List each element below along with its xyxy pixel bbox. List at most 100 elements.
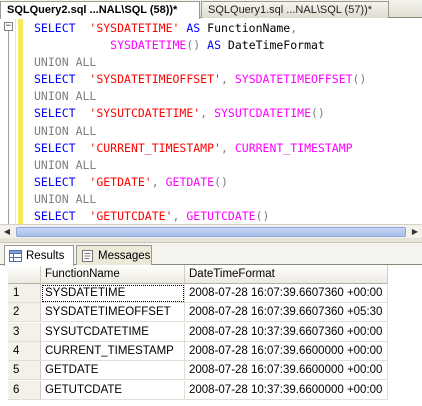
row-number[interactable]: 3 [8,322,41,342]
code-line: SYSDATETIME() AS DateTimeFormat [34,37,366,54]
results-tab-strip: Results Messages [0,243,422,266]
code-token: UNION [34,191,69,206]
tab-messages[interactable]: Messages [76,245,152,265]
outline-line [8,31,9,224]
code-token: ALL [75,123,97,138]
results-grid[interactable]: FunctionName DateTimeFormat 1 SYSDATETIME… [8,265,422,406]
code-token: () [186,38,201,53]
code-line: SELECT 'GETUTCDATE', GETUTCDATE() [34,208,366,224]
editor-horizontal-scrollbar[interactable]: ◀ ▶ [0,224,422,238]
table-cell[interactable]: GETDATE [41,361,185,381]
code-token: , [220,140,228,155]
code-token: 'GETUTCDATE' [89,209,173,224]
code-token: SELECT [34,209,76,224]
document-tab-strip: SQLQuery2.sql ...NAL\SQL (58))* SQLQuery… [0,0,422,19]
table-row[interactable]: 4 CURRENT_TIMESTAMP 2008-07-28 16:07:39.66… [8,341,388,361]
table-cell[interactable]: 2008-07-28 10:37:39.6600000 +00:00 [185,380,388,400]
tab-sqlquery1[interactable]: SQLQuery1.sql ...NAL\SQL (57))* [201,1,389,18]
code-token: UNION [34,89,69,104]
row-number[interactable]: 4 [8,341,41,361]
row-number[interactable]: 2 [8,303,41,323]
row-number[interactable]: 1 [8,284,41,303]
code-token: () [255,209,270,224]
code-line: UNION ALL [34,88,366,105]
grid-header: FunctionName DateTimeFormat [8,265,388,284]
table-row[interactable]: 1 SYSDATETIME 2008-07-28 16:07:39.6607360 … [8,284,388,303]
code-token: 'CURRENT_TIMESTAMP' [89,140,221,155]
code-token: 'SYSDATETIMEOFFSET' [89,72,221,87]
code-token: FunctionName [200,21,291,35]
code-token: DateTimeFormat [221,38,325,53]
collapse-toggle-icon[interactable]: − [4,22,13,31]
tab-sqlquery2[interactable]: SQLQuery2.sql ...NAL\SQL (58))* [0,1,200,19]
table-cell[interactable]: SYSDATETIMEOFFSET [41,303,185,323]
code-line: UNION ALL [34,123,366,140]
table-cell[interactable]: CURRENT_TIMESTAMP [41,341,185,361]
code-token: SYSUTCDATETIME [214,106,311,121]
code-token: 'SYSDATETIME' [89,21,180,35]
tab-label: SQLQuery1.sql ...NAL\SQL (57))* [208,4,373,16]
code-token: AS [207,38,221,53]
column-header-datetimeformat[interactable]: DateTimeFormat [185,265,388,284]
grid-corner[interactable] [8,265,41,284]
table-cell[interactable]: SYSUTCDATETIME [41,322,185,342]
tab-results-label: Results [26,250,65,262]
code-token: , [220,72,228,87]
grid-icon [9,250,22,262]
code-token: ALL [75,89,97,104]
column-header-functionname[interactable]: FunctionName [41,265,185,284]
code-token: ALL [75,55,97,70]
code-token: UNION [34,55,69,70]
table-row[interactable]: 5 GETDATE 2008-07-28 16:07:39.6600000 +00:… [8,361,388,381]
row-number[interactable]: 6 [8,380,41,400]
code-line: UNION ALL [34,54,366,71]
tab-messages-label: Messages [98,249,151,262]
scrollbar-thumb[interactable] [16,227,406,237]
code-token: CURRENT_TIMESTAMP [234,140,353,155]
query-editor[interactable]: − SELECT 'SYSDATETIME' AS FunctionName, … [0,18,422,224]
code-token: , [290,21,298,35]
table-row[interactable]: 2 SYSDATETIMEOFFSET 2008-07-28 16:07:39.66… [8,303,388,323]
code-token: SELECT [34,174,76,189]
table-cell[interactable]: 2008-07-28 16:07:39.6607360 +05:30 [185,303,388,323]
code-token: 'SYSUTCDATETIME' [89,106,201,121]
tab-results[interactable]: Results [4,245,74,266]
scroll-left-icon[interactable]: ◀ [0,226,14,238]
code-line: SELECT 'GETDATE', GETDATE() [34,174,366,191]
table-cell[interactable]: GETUTCDATE [41,380,185,400]
code-token: UNION [34,123,69,138]
code-token: AS [186,21,201,35]
table-cell[interactable]: 2008-07-28 10:37:39.6607360 +00:00 [185,322,388,342]
table-cell[interactable]: SYSDATETIME [41,284,185,303]
change-tracking-bar [18,18,23,224]
table-row[interactable]: 6 GETUTCDATE 2008-07-28 10:37:39.6600000 +… [8,380,388,400]
code-token: ALL [75,191,97,206]
tab-label: SQLQuery2.sql ...NAL\SQL (58))* [7,4,178,16]
code-token: SYSDATETIMEOFFSET [234,72,353,87]
table-cell[interactable]: 2008-07-28 16:07:39.6600000 +00:00 [185,341,388,361]
code-area[interactable]: SELECT 'SYSDATETIME' AS FunctionName, SY… [34,20,366,224]
table-cell[interactable]: 2008-07-28 16:07:39.6607360 +00:00 [185,284,388,303]
code-token: , [151,174,159,189]
code-line: UNION ALL [34,191,366,208]
table-cell[interactable]: 2008-07-28 16:07:39.6600000 +00:00 [185,361,388,381]
code-token: () [214,174,228,189]
row-number[interactable]: 5 [8,361,41,381]
scroll-right-icon[interactable]: ▶ [408,226,422,238]
table-row[interactable]: 3 SYSUTCDATETIME 2008-07-28 10:37:39.66073… [8,322,388,342]
code-token: () [352,72,367,87]
